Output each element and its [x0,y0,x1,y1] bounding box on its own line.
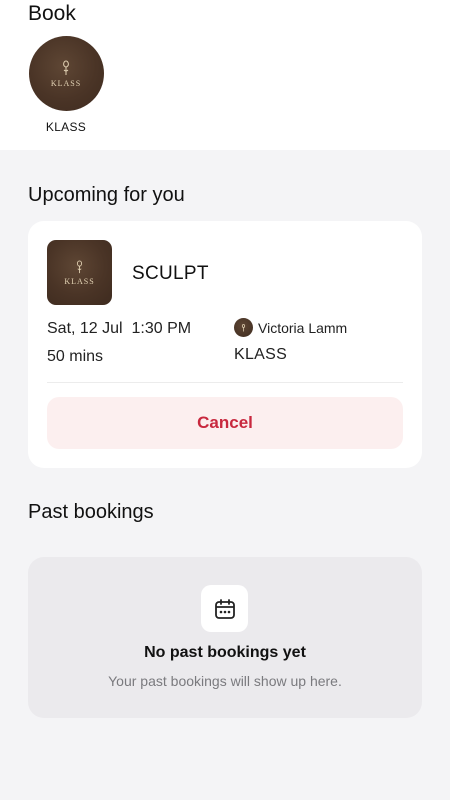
studio-logo[interactable]: KLASS [28,36,104,111]
book-section: Book KLASS KLASS [0,0,450,150]
instructor: Victoria Lamm [234,318,347,337]
book-heading: Book [28,2,76,25]
klass-logo-icon: KLASS [51,60,81,88]
cancel-button[interactable]: Cancel [47,397,403,449]
studio-name: KLASS [45,120,87,134]
thumb-logo-text: KLASS [64,276,95,286]
empty-state-subtitle: Your past bookings will show up here. [108,673,342,689]
past-bookings-title: Past bookings [28,501,154,523]
class-datetime: Sat, 12 Jul 1:30 PM [47,320,192,337]
past-bookings-empty-state: No past bookings yet Your past bookings … [28,557,422,718]
upcoming-title: Upcoming for you [28,184,185,206]
card-divider [47,382,403,383]
instructor-avatar [234,318,253,337]
klass-logo-icon: KLASS [64,259,95,286]
studio-tile-klass[interactable]: KLASS KLASS [28,36,104,134]
class-name: SCULPT [132,263,209,284]
class-studio: KLASS [234,346,288,363]
class-duration: 50 mins [47,348,104,365]
logo-text: KLASS [50,78,82,88]
upcoming-booking-card[interactable]: KLASS SCULPT Sat, 12 Jul 1:30 PM 50 mins… [28,221,422,468]
calendar-badge [201,585,248,632]
empty-state-title: No past bookings yet [144,644,306,661]
instructor-name: Victoria Lamm [258,319,348,336]
calendar-icon [214,598,235,619]
class-thumbnail: KLASS [47,240,112,305]
